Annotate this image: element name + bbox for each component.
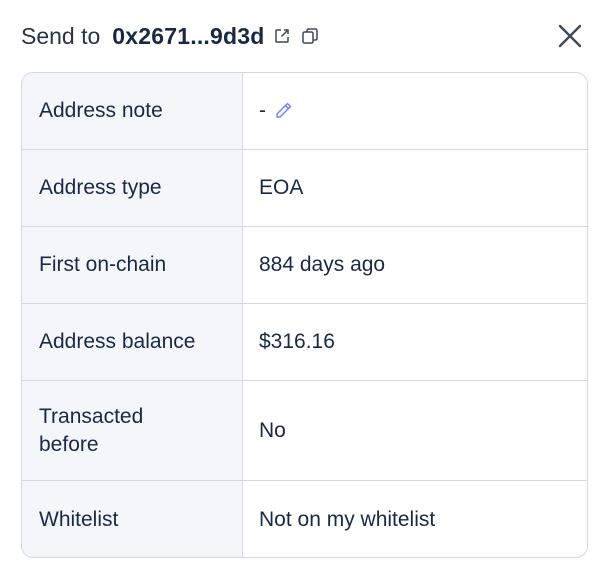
recipient-address: 0x2671...9d3d <box>112 22 265 49</box>
row-value-address-note: - <box>243 73 587 149</box>
row-label-transacted-before: Transacted before <box>22 381 243 480</box>
send-to-address-popup: Send to 0x2671...9d3d Address note - Add… <box>0 0 606 566</box>
table-row: Address note - <box>22 73 587 150</box>
table-row: Address type EOA <box>22 150 587 227</box>
table-row: Address balance $316.16 <box>22 304 587 381</box>
row-value-whitelist: Not on my whitelist <box>259 507 436 531</box>
row-label-address-balance: Address balance <box>22 304 243 380</box>
send-to-label: Send to <box>21 22 101 49</box>
row-value-address-type: EOA <box>259 176 304 199</box>
row-label-address-note: Address note <box>22 73 243 149</box>
row-value-first-on-chain: 884 days ago <box>259 253 386 276</box>
popup-header: Send to 0x2671...9d3d <box>21 14 592 58</box>
row-value-transacted-before: No <box>259 418 286 442</box>
table-row: Transacted before No <box>22 381 587 481</box>
address-note-value: - <box>259 99 266 122</box>
row-label-first-on-chain: First on-chain <box>22 227 243 303</box>
pencil-icon[interactable] <box>272 100 294 122</box>
address-info-table: Address note - Address type EOA First on… <box>21 72 588 558</box>
copy-icon[interactable] <box>299 25 321 47</box>
row-label-whitelist: Whitelist <box>22 481 243 557</box>
table-row: Whitelist Not on my whitelist <box>22 481 587 557</box>
close-icon[interactable] <box>552 18 588 54</box>
external-link-icon[interactable] <box>271 25 293 47</box>
table-row: First on-chain 884 days ago <box>22 227 587 304</box>
row-value-address-balance: $316.16 <box>259 330 335 353</box>
row-label-address-type: Address type <box>22 150 243 226</box>
